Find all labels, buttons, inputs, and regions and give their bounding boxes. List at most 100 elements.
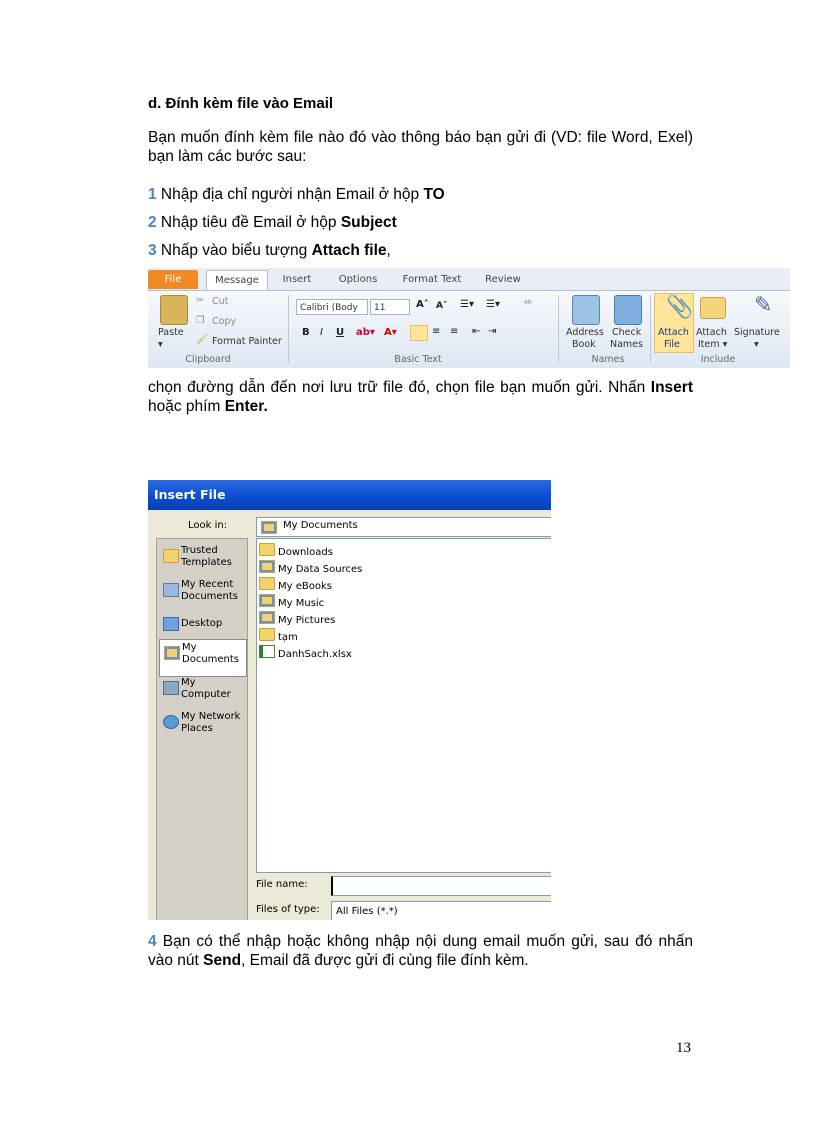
look-in-value: My Documents <box>283 520 358 531</box>
signature-icon[interactable]: ✎ <box>754 293 772 318</box>
file-name: My Data Sources <box>278 564 363 575</box>
step-number: 1 <box>148 186 157 203</box>
paste-dropdown-icon[interactable]: ▾ <box>158 339 163 350</box>
list-item[interactable]: My Data Sources <box>259 560 362 576</box>
underline-icon[interactable]: U <box>336 327 344 338</box>
tab-format-text[interactable]: Format Text <box>394 270 470 289</box>
section-heading: d. Đính kèm file vào Email <box>148 95 334 112</box>
highlight-icon[interactable]: ab▾ <box>356 327 375 338</box>
step-2: 2 Nhập tiêu đề Email ở hộp Subject <box>148 214 397 232</box>
step-4-paragraph: 4 Bạn có thể nhập hoặc không nhập nội du… <box>148 932 693 970</box>
copy-button[interactable]: Copy <box>212 316 236 327</box>
format-painter-icon: 🖌 <box>196 334 209 345</box>
bold-enter: Enter. <box>224 398 268 415</box>
check-names-icon[interactable] <box>614 295 642 325</box>
align-right-icon[interactable]: ≡ <box>450 326 458 337</box>
bullets-icon[interactable]: ☰▾ <box>460 299 474 310</box>
place-line: My Network <box>181 711 241 722</box>
list-item[interactable]: DanhSach.xlsx <box>259 645 352 661</box>
numbering-icon[interactable]: ☰▾ <box>486 299 500 310</box>
place-my-computer[interactable]: My Computer <box>159 675 245 711</box>
page-number: 13 <box>676 1040 691 1056</box>
list-item[interactable]: tạm <box>259 628 298 644</box>
decrease-indent-icon[interactable]: ⇤ <box>472 326 480 337</box>
file-name: My Pictures <box>278 615 336 626</box>
step-number: 3 <box>148 242 157 259</box>
bold-icon[interactable]: B <box>302 327 310 338</box>
basic-text-group-label: Basic Text <box>394 354 442 365</box>
file-name: DanhSach.xlsx <box>278 649 352 660</box>
look-in-label: Look in: <box>188 520 228 531</box>
place-line: Documents <box>182 654 240 665</box>
music-folder-icon <box>259 594 275 607</box>
cut-button[interactable]: Cut <box>212 296 228 307</box>
tab-review[interactable]: Review <box>478 270 528 289</box>
paperclip-icon[interactable]: 📎 <box>666 295 693 320</box>
paste-icon[interactable] <box>160 295 188 325</box>
look-in-select[interactable]: My Documents <box>256 517 551 537</box>
tab-message[interactable]: Message <box>206 270 268 290</box>
list-item[interactable]: My Pictures <box>259 611 335 627</box>
place-label: My Computer <box>181 677 231 701</box>
signature-button[interactable]: Signature <box>734 327 780 338</box>
place-my-network-places[interactable]: My Network Places <box>159 709 245 745</box>
address-book-button[interactable]: Address <box>566 327 604 338</box>
place-my-documents[interactable]: My Documents <box>159 639 247 677</box>
file-name-input[interactable] <box>331 876 551 896</box>
shrink-font-icon[interactable]: A˅ <box>436 301 447 311</box>
intro-paragraph: Bạn muốn đính kèm file nào đó vào thông … <box>148 129 693 165</box>
list-item[interactable]: My eBooks <box>259 577 332 593</box>
place-trusted-templates[interactable]: Trusted Templates <box>159 543 245 579</box>
attach-item-icon[interactable] <box>700 297 726 319</box>
files-of-type-label: Files of type: <box>256 904 320 915</box>
tab-file[interactable]: File <box>148 270 198 289</box>
step-text: Nhập tiêu đề Email ở hộp <box>156 214 341 231</box>
place-my-recent-documents[interactable]: My Recent Documents <box>159 577 245 613</box>
file-name: tạm <box>278 632 298 643</box>
paste-button[interactable]: Paste <box>158 327 184 338</box>
attach-item-button[interactable]: Attach <box>696 327 727 338</box>
list-item[interactable]: My Music <box>259 594 324 610</box>
outlook-ribbon: File Message Insert Options Format Text … <box>148 268 790 368</box>
attach-file-button[interactable]: Attach <box>658 327 689 338</box>
computer-icon <box>163 681 179 695</box>
attach-file-label-2: File <box>664 339 680 350</box>
italic-icon[interactable]: I <box>320 327 323 338</box>
step-3: 3 Nhấp vào biểu tượng Attach file, <box>148 242 391 260</box>
ribbon-tabs: File Message Insert Options Format Text … <box>148 268 790 291</box>
step-bold: Subject <box>340 214 397 231</box>
step-bold: Attach file <box>311 242 387 259</box>
tab-options[interactable]: Options <box>330 270 386 289</box>
styles-icon[interactable]: ᵃᵇ <box>524 299 532 310</box>
place-line: Trusted <box>181 545 218 556</box>
files-of-type-select[interactable]: All Files (*.*) <box>331 901 551 920</box>
attach-item-label-2: Item ▾ <box>698 339 728 350</box>
file-name: My Music <box>278 598 325 609</box>
list-item[interactable]: Downloads <box>259 543 333 559</box>
after-ribbon-paragraph: chọn đường dẫn đến nơi lưu trữ file đó, … <box>148 378 693 416</box>
font-name-select[interactable]: Calibri (Body <box>296 299 368 315</box>
desktop-icon <box>163 617 179 631</box>
format-painter-button[interactable]: Format Painter <box>212 336 282 347</box>
font-size-select[interactable]: 11 <box>370 299 410 315</box>
align-left-icon[interactable] <box>410 325 428 341</box>
excel-file-icon <box>259 645 275 658</box>
file-name: My eBooks <box>278 581 332 592</box>
place-line: Computer <box>181 689 231 700</box>
text-run: chọn đường dẫn đến nơi lưu trữ file đó, … <box>148 379 651 396</box>
increase-indent-icon[interactable]: ⇥ <box>488 326 496 337</box>
text-run: , Email đã được gửi đi cùng file đính kè… <box>241 952 529 969</box>
address-book-icon[interactable] <box>572 295 600 325</box>
check-names-label-2: Names <box>610 339 643 350</box>
folder-icon <box>163 549 179 563</box>
font-color-icon[interactable]: A▾ <box>384 327 397 338</box>
check-names-button[interactable]: Check <box>612 327 641 338</box>
signature-dropdown[interactable]: ▾ <box>754 339 759 350</box>
align-center-icon[interactable]: ≡ <box>432 326 440 337</box>
place-line: Places <box>181 723 213 734</box>
step-1: 1 Nhập địa chỉ người nhận Email ở hộp TO <box>148 186 445 204</box>
step-number: 4 <box>148 933 157 950</box>
grow-font-icon[interactable]: A˄ <box>416 299 429 310</box>
step-tail: , <box>386 242 391 259</box>
tab-insert[interactable]: Insert <box>272 270 322 289</box>
